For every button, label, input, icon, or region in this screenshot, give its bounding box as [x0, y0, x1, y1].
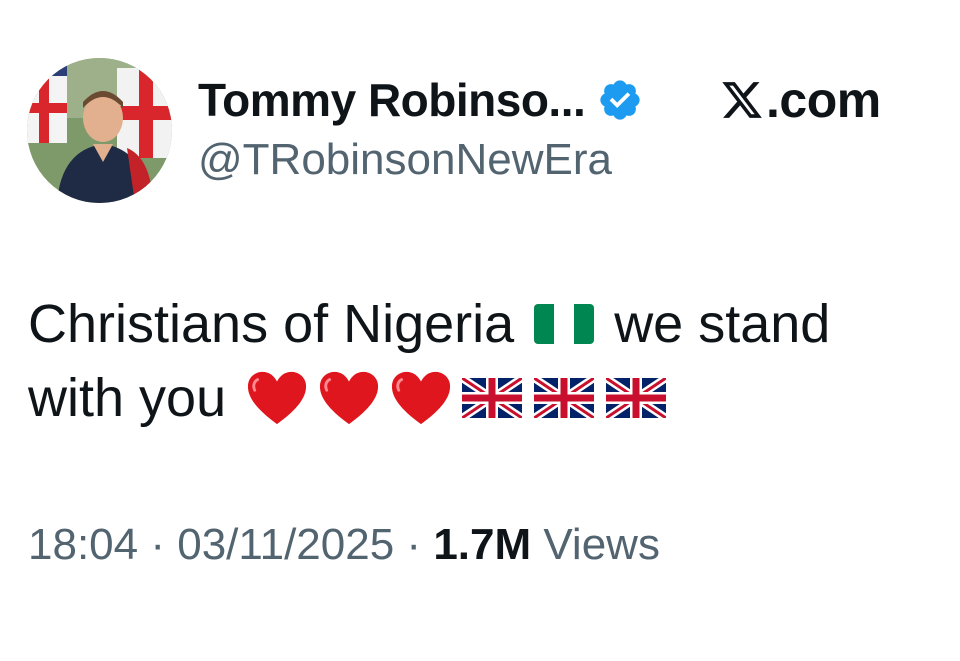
avatar[interactable]	[27, 58, 172, 203]
tweet-text-segment: we stand	[614, 294, 831, 354]
tweet-date[interactable]: 03/11/2025	[177, 520, 394, 569]
verified-badge-icon	[597, 77, 643, 123]
red-heart-icon	[246, 369, 308, 427]
tweet-text: Christians of Nigeria we stand with you	[28, 287, 928, 435]
tweet-line-2: with you	[28, 361, 928, 435]
tweet-text-segment: with you	[28, 368, 227, 428]
meta-separator: ·	[406, 520, 422, 569]
uk-flag-icon	[606, 378, 667, 418]
views-count[interactable]: 1.7M	[433, 520, 531, 569]
red-heart-icon	[390, 369, 452, 427]
profile-photo	[27, 58, 172, 203]
tweet-text-segment: Christians of Nigeria	[28, 294, 515, 354]
x-brand[interactable]: .com	[720, 70, 881, 130]
red-heart-icon	[318, 369, 380, 427]
author-name-row: Tommy Robinso...	[198, 70, 643, 130]
tweet-line-1: Christians of Nigeria we stand	[28, 287, 928, 361]
author-handle[interactable]: @TRobinsonNewEra	[198, 135, 612, 185]
meta-separator: ·	[150, 520, 165, 569]
nigeria-flag-icon	[534, 302, 595, 346]
author-display-name[interactable]: Tommy Robinso...	[198, 73, 586, 127]
x-logo-icon	[720, 78, 764, 122]
brand-domain: .com	[766, 72, 881, 128]
uk-flag-icon	[534, 378, 595, 418]
tweet-meta: 18:04 · 03/11/2025 · 1.7M Views	[28, 520, 660, 570]
views-label: Views	[543, 520, 660, 569]
uk-flag-icon	[462, 378, 523, 418]
tweet-time[interactable]: 18:04	[28, 520, 138, 569]
